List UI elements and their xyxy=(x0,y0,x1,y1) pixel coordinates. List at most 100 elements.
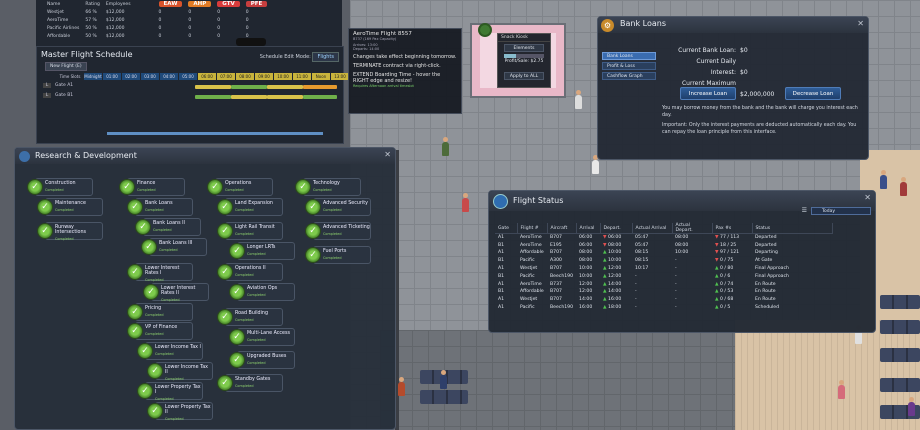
table-row[interactable]: A1 AeroTime B737 12:00 ▲ 14:00- - ▲ 0 / 74 En R… xyxy=(495,280,832,288)
research-node[interactable]: Standby Gates Completed ✓ xyxy=(217,374,283,392)
snack-kiosk-popup[interactable]: Snack Kiosk Elements Profit/Sale: $2.75 … xyxy=(497,33,551,88)
flight-block[interactable] xyxy=(267,95,303,99)
time-slot[interactable]: 03:00 xyxy=(141,73,159,80)
table-row[interactable]: A1 AeroTime B707 06:00 ▼ 06:00 05:47 08:00 ▼ 77… xyxy=(495,234,832,242)
research-node[interactable]: VP of Finance Completed ✓ xyxy=(127,322,193,340)
day-filter-select[interactable]: Today xyxy=(811,207,871,215)
research-node[interactable]: Fuel Ports Completed ✓ xyxy=(305,246,371,264)
close-icon[interactable]: ✕ xyxy=(857,19,864,28)
research-node[interactable]: Bank Loans II Completed ✓ xyxy=(135,218,201,236)
time-slot[interactable]: Midnight xyxy=(84,73,102,80)
research-node[interactable]: Lower Property Tax II Completed ✓ xyxy=(147,402,213,421)
research-node[interactable]: Maintenance Completed ✓ xyxy=(37,198,103,216)
waiting-chairs[interactable] xyxy=(880,320,920,334)
table-row[interactable]: B1 AeroTime E195 06:00 ▼ 08:00 05:47 08:00 ▼ 18… xyxy=(495,241,832,249)
research-node[interactable]: Operations II Completed ✓ xyxy=(217,263,283,281)
table-row[interactable]: B1 Pacific A300 08:00 ▲ 10:00 08:15- ▼ 0 / 75 A… xyxy=(495,257,832,265)
research-node[interactable]: Lower Income Tax II Completed ✓ xyxy=(147,362,213,381)
table-row[interactable]: Westjet 66 % $12,000 0000 xyxy=(44,8,270,16)
table-row[interactable]: A1 Pacific Beech190 16:00 ▲ 18:00- - ▲ 0 / 5 Sc… xyxy=(495,304,832,312)
flight-block[interactable] xyxy=(303,85,337,89)
tab-cashflow-graph[interactable]: Cashflow Graph xyxy=(602,72,656,80)
research-node[interactable]: Lower Income Tax I Completed ✓ xyxy=(137,342,203,360)
research-node[interactable]: Advanced Ticketing Completed ✓ xyxy=(305,222,371,240)
table-row[interactable]: B1 Affordable B707 12:00 ▲ 14:00- - ▲ 0 / 53 En… xyxy=(495,288,832,296)
research-node[interactable]: Upgraded Buses Completed ✓ xyxy=(229,351,295,369)
passenger[interactable] xyxy=(880,170,887,189)
research-development-window[interactable]: Research & Development ✕ Construction Com… xyxy=(14,147,396,430)
research-node[interactable]: Lower Interest Rates II Completed ✓ xyxy=(143,283,209,302)
research-node[interactable]: Aviation Ops Completed ✓ xyxy=(229,283,295,301)
panel-resize-handle[interactable] xyxy=(236,38,266,46)
column-header[interactable]: Flight # xyxy=(517,223,548,234)
increase-loan-button[interactable]: Increase Loan xyxy=(680,87,736,100)
column-header[interactable]: Arrival xyxy=(576,223,601,234)
window-title-bar[interactable]: Research & Development ✕ xyxy=(15,148,395,164)
new-flight-button[interactable]: New Flight (E) xyxy=(45,62,87,71)
table-row[interactable]: Pacific Airlines 50 % $12,000 0000 xyxy=(44,24,270,32)
research-node[interactable]: Light Rail Transit Completed ✓ xyxy=(217,222,283,240)
time-slot[interactable]: 11:00 xyxy=(293,73,311,80)
passenger[interactable] xyxy=(442,137,449,156)
tab-bank-loans[interactable]: Bank Loans xyxy=(602,52,656,60)
time-slot[interactable]: 04:00 xyxy=(160,73,178,80)
research-node[interactable]: Longer LRTs Completed ✓ xyxy=(229,242,295,260)
schedule-row-gate-a1[interactable]: L Gate A1 xyxy=(43,83,73,90)
flight-block[interactable] xyxy=(231,85,267,89)
time-slot[interactable]: 06:00 xyxy=(198,73,216,80)
research-node[interactable]: Bank Loans III Completed ✓ xyxy=(141,238,207,256)
column-header[interactable]: Gate xyxy=(495,223,518,234)
price-slider[interactable] xyxy=(504,54,544,58)
passenger[interactable] xyxy=(398,377,405,396)
passenger[interactable] xyxy=(462,193,469,212)
apply-to-all-button[interactable]: Apply to ALL xyxy=(504,72,544,80)
research-node[interactable]: Operations Completed ✓ xyxy=(207,178,273,196)
research-node[interactable]: Land Expansion Completed ✓ xyxy=(217,198,283,216)
flight-block[interactable] xyxy=(195,95,231,99)
research-node[interactable]: Runway Intersections Completed ✓ xyxy=(37,222,103,241)
table-row[interactable]: A1 Affordable B707 08:00 ▲ 10:00 08:15 10:00 ▼ … xyxy=(495,249,832,257)
column-header[interactable]: Aircraft xyxy=(547,223,577,234)
flight-status-window[interactable]: Flight Status ✕ ☰ Today Gate Flight # Airc… xyxy=(488,190,876,333)
research-node[interactable]: Road Building Completed ✓ xyxy=(217,308,283,326)
passenger[interactable] xyxy=(575,90,582,109)
time-slot[interactable]: 02:00 xyxy=(122,73,140,80)
research-node[interactable]: Finance Completed ✓ xyxy=(119,178,185,196)
master-flight-schedule-window[interactable]: Master Flight Schedule Schedule Edit Mod… xyxy=(36,46,349,144)
table-row[interactable]: A1 Westjet B707 14:00 ▲ 16:00- - ▲ 0 / 68 En Ro… xyxy=(495,296,832,304)
flight-block[interactable] xyxy=(195,85,231,89)
waiting-chairs[interactable] xyxy=(880,295,920,309)
research-node[interactable]: Advanced Security Completed ✓ xyxy=(305,198,371,216)
schedule-row-gate-b1[interactable]: L Gate B1 xyxy=(43,93,73,100)
table-row[interactable]: B1 Pacific Beech190 10:00 ▲ 12:00- - ▲ 0 / 6 Fi… xyxy=(495,272,832,280)
flight-block[interactable] xyxy=(303,95,337,99)
column-header[interactable]: Actual Depart. xyxy=(672,223,713,234)
time-slot[interactable]: 08:00 xyxy=(236,73,254,80)
flight-block[interactable] xyxy=(231,95,267,99)
time-slot[interactable]: 07:00 xyxy=(217,73,235,80)
close-icon[interactable]: ✕ xyxy=(864,193,871,202)
flight-block[interactable] xyxy=(267,85,303,89)
column-header[interactable]: Status xyxy=(752,223,833,234)
time-slot[interactable]: 10:00 xyxy=(274,73,292,80)
tab-profit-loss[interactable]: Profit & Loss xyxy=(602,62,656,70)
time-slot[interactable]: 01:00 xyxy=(103,73,121,80)
passenger[interactable] xyxy=(592,155,599,174)
waiting-chairs[interactable] xyxy=(420,390,468,404)
research-node[interactable]: Pricing Completed ✓ xyxy=(127,303,193,321)
time-slot[interactable]: Noon xyxy=(312,73,330,80)
time-slot[interactable]: 13:00 xyxy=(331,73,349,80)
schedule-scrollbar[interactable] xyxy=(107,132,323,135)
column-header[interactable]: Depart. xyxy=(600,223,633,234)
research-node[interactable]: Bank Loans Completed ✓ xyxy=(127,198,193,216)
waiting-chairs[interactable] xyxy=(880,378,920,392)
research-node[interactable]: Technology Completed ✓ xyxy=(295,178,361,196)
decrease-loan-button[interactable]: Decrease Loan xyxy=(785,87,841,100)
research-node[interactable]: Lower Property Tax I Completed ✓ xyxy=(137,382,203,401)
column-header[interactable]: Pax #s xyxy=(712,223,753,234)
research-node[interactable]: Construction Completed ✓ xyxy=(27,178,93,196)
table-row[interactable]: A1 Westjet B707 10:00 ▲ 12:00 10:17- ▲ 0 / 80 F… xyxy=(495,265,832,273)
table-row[interactable]: AeroTime 57 % $12,000 0000 xyxy=(44,16,270,24)
elements-button[interactable]: Elements xyxy=(504,44,544,52)
passenger[interactable] xyxy=(900,177,907,196)
